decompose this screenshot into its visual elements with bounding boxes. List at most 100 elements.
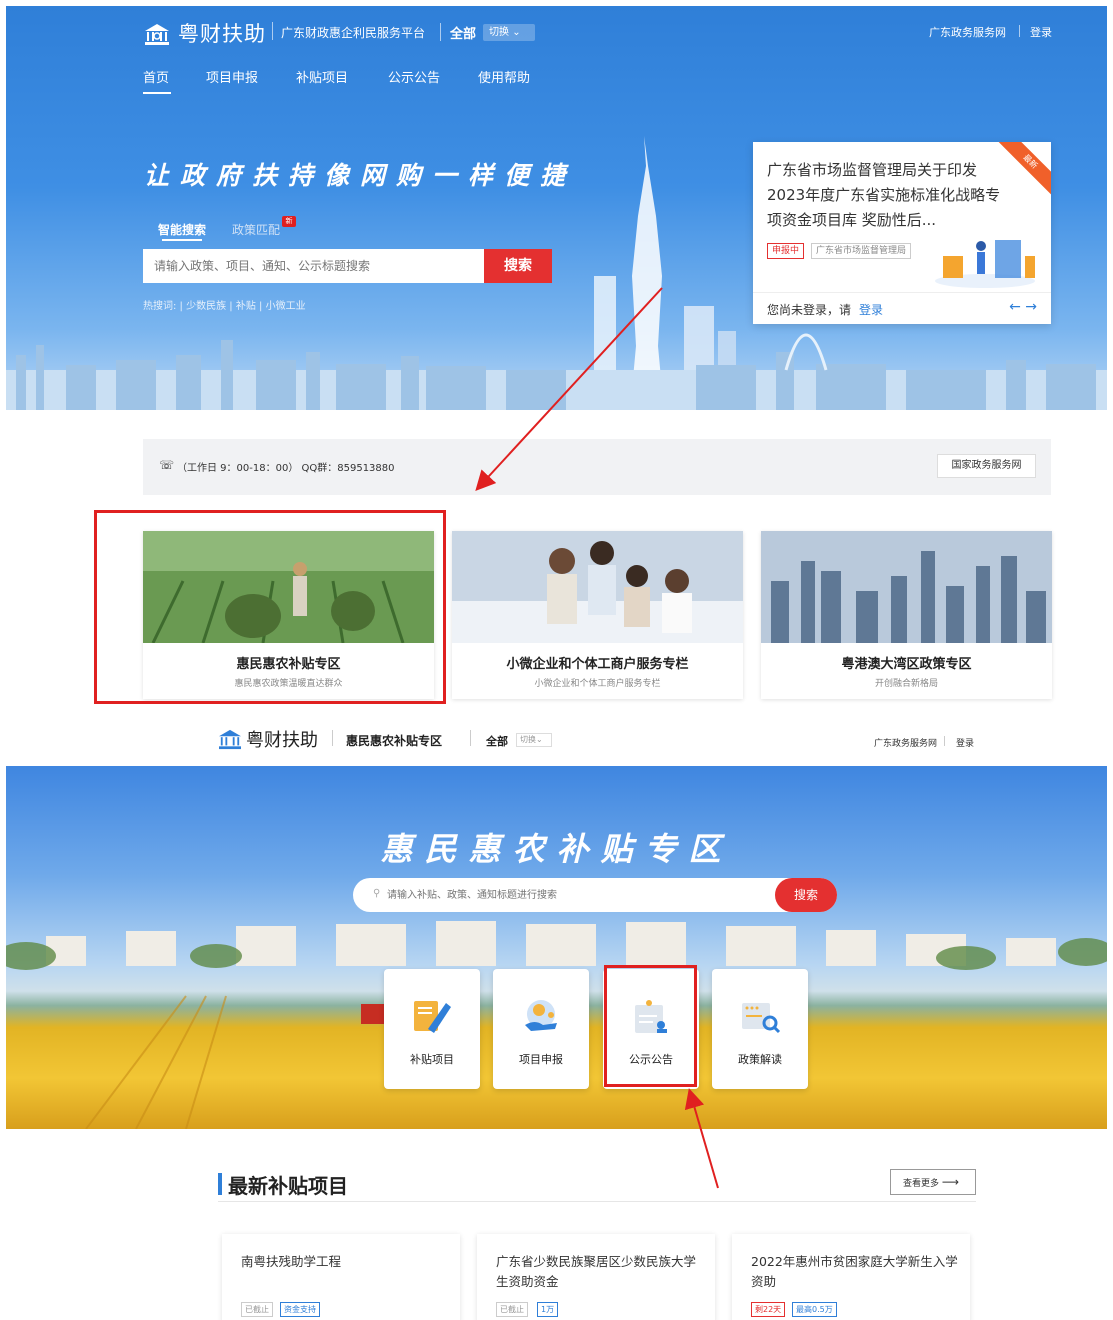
logo-icon [145,24,169,45]
zone-header: 粤财扶助 惠民惠农补贴专区 全部 切换⌄ 广东政务服务网 登录 [6,712,1107,766]
gov-service-link[interactable]: 广东政务服务网 [929,24,1006,40]
status-badge: 已截止 [496,1302,528,1317]
tab-smart-search[interactable]: 智能搜索 [158,221,206,238]
hot-word[interactable]: 少数民族 [186,301,226,312]
divider [470,730,471,746]
portal-home-screenshot: 粤财扶助 广东财政惠企利民服务平台 全部 切换 ⌄ 广东政务服务网 登录 首页 … [6,6,1107,706]
card-subtitle: 开创融合新格局 [874,679,938,689]
notice-footer: 您尚未登录，请 登录 ← → [753,292,1051,324]
login-link[interactable]: 登录 [1030,24,1052,40]
status-badge: 申报中 [767,243,805,259]
zone-search-input[interactable] [387,886,747,904]
tab-policy-match[interactable]: 政策匹配 [232,221,280,238]
service-info-bar: ☏ （工作日 9：00-18：00） QQ群：859513880 国家政务服务网 [143,439,1051,495]
project-title: 南粤扶残助学工程 [241,1254,342,1269]
highlight-box [604,965,697,1087]
city-skyline-image [761,531,1052,643]
quick-link-subsidy-projects[interactable]: 补贴项目 [384,969,480,1089]
quick-link-label: 政策解读 [738,1053,782,1066]
nav-announcements[interactable]: 公示公告 [388,67,440,86]
nav-project-apply[interactable]: 项目申报 [206,67,258,86]
section-divider [218,1201,976,1202]
notice-title[interactable]: 广东省市场监督管理局关于印发2023年度广东省实施标准化战略专项资金项目库 奖励… [767,158,1002,233]
nav-help[interactable]: 使用帮助 [478,67,530,86]
region-scope: 全部 [450,27,477,42]
latest-ribbon: 最新 [993,142,1051,199]
hand-coin-icon [525,1000,557,1031]
status-badge: 已截止 [241,1302,273,1317]
department-badge: 广东省市场监督管理局 [811,243,912,259]
search-input[interactable] [143,249,484,283]
carousel-arrows-icon[interactable]: ← → [1009,299,1037,315]
hero-banner: 粤财扶助 广东财政惠企利民服务平台 全部 切换 ⌄ 广东政务服务网 登录 首页 … [6,6,1107,410]
switch-label: 切换 [520,735,536,744]
zone-card-small-business[interactable]: 小微企业和个体工商户服务专栏 小微企业和个体工商户服务专栏 [452,531,743,699]
chevron-down-icon: ⌄ [512,27,521,38]
region-switch-button[interactable]: 切换⌄ [516,733,552,747]
region-switch-button[interactable]: 切换 ⌄ [483,24,535,41]
zone-search-button[interactable]: 搜索 [775,878,837,912]
new-badge: 新 [282,216,296,227]
brand-name: 粤财扶助 [178,22,266,46]
zone-hero-title: 惠民惠农补贴专区 [380,830,733,868]
hero-slogan: 让政府扶持像网购一样便捷 [144,161,577,190]
national-gov-service-button[interactable]: 国家政务服务网 [937,454,1036,478]
login-tip: 您尚未登录，请 [767,303,852,317]
zone-search-box[interactable]: ⚲ 搜索 [353,878,837,912]
project-card[interactable]: 南粤扶残助学工程 已截止 资金支持 [222,1234,460,1320]
tab-active-indicator [162,239,202,241]
section-title: 最新补贴项目 [228,1174,348,1198]
search-button[interactable]: 搜索 [484,249,552,283]
search-icon: ⚲ [373,888,381,899]
highlight-box [94,510,446,704]
switch-label: 切换 [489,27,509,38]
chevron-down-icon: ⌄ [536,735,543,744]
divider [440,23,441,41]
deadline-badge: 剩22天 [751,1302,786,1317]
quick-link-project-apply[interactable]: 项目申报 [493,969,589,1089]
headset-icon: ☏ [159,458,175,472]
nav-active-indicator [143,92,171,94]
office-illustration-icon [935,240,1035,288]
agri-hero-banner: 惠民惠农补贴专区 ⚲ 搜索 补贴项目 项目申报 [6,766,1107,1129]
gov-service-link[interactable]: 广东政务服务网 [874,736,937,749]
notice-login-link[interactable]: 登录 [859,301,883,318]
project-card[interactable]: 2022年惠州市贫困家庭大学新生入学资助 剩22天 最高0.5万 [732,1234,970,1320]
divider [332,730,333,746]
hot-word[interactable]: 小微工业 [266,301,306,312]
project-title: 2022年惠州市贫困家庭大学新生入学资助 [751,1254,958,1289]
card-subtitle: 小微企业和个体工商户服务专栏 [534,679,661,689]
view-more-button[interactable]: 查看更多 ⟶ [890,1169,976,1195]
brand-name: 粤财扶助 [246,730,318,751]
arrow-right-icon: ⟶ [941,1175,960,1189]
project-title: 广东省少数民族聚居区少数民族大学生资助资金 [496,1254,697,1289]
brand-subtitle: 广东财政惠企利民服务平台 [281,26,426,40]
divider [944,736,945,746]
login-link[interactable]: 登录 [956,736,974,749]
search-document-icon [742,1003,781,1034]
quick-link-label: 补贴项目 [410,1053,454,1066]
edit-document-icon [414,1001,451,1033]
service-hours: （工作日 9：00-18：00） QQ群：859513880 [177,463,395,474]
amount-badge: 最高0.5万 [792,1302,837,1317]
zone-card-greater-bay[interactable]: 粤港澳大湾区政策专区 开创融合新格局 [761,531,1052,699]
nav-subsidy-projects[interactable]: 补贴项目 [296,67,348,86]
quick-link-policy-interpretation[interactable]: 政策解读 [712,969,808,1089]
hot-words: 热搜词: | 少数民族 | 补贴 | 小微工业 [143,301,306,312]
logo-icon [219,729,241,750]
divider [272,22,273,40]
nav-home[interactable]: 首页 [143,67,169,86]
agri-zone-screenshot: 粤财扶助 惠民惠农补贴专区 全部 切换⌄ 广东政务服务网 登录 惠民惠农补贴专区… [6,712,1107,1320]
hot-label: 热搜词: [143,301,177,312]
zone-name: 惠民惠农补贴专区 [346,734,443,748]
divider [1019,25,1020,37]
hot-word[interactable]: 补贴 [236,301,256,312]
amount-badge: 资金支持 [280,1302,320,1317]
project-card[interactable]: 广东省少数民族聚居区少数民族大学生资助资金 已截止 1万 [477,1234,715,1320]
more-label: 查看更多 [903,1179,940,1189]
quick-link-label: 项目申报 [519,1053,563,1066]
latest-notice-card[interactable]: 广东省市场监督管理局关于印发2023年度广东省实施标准化战略专项资金项目库 奖励… [753,142,1051,324]
card-title: 粤港澳大湾区政策专区 [841,657,972,672]
card-title: 小微企业和个体工商户服务专栏 [506,657,689,672]
region-scope: 全部 [486,735,508,748]
